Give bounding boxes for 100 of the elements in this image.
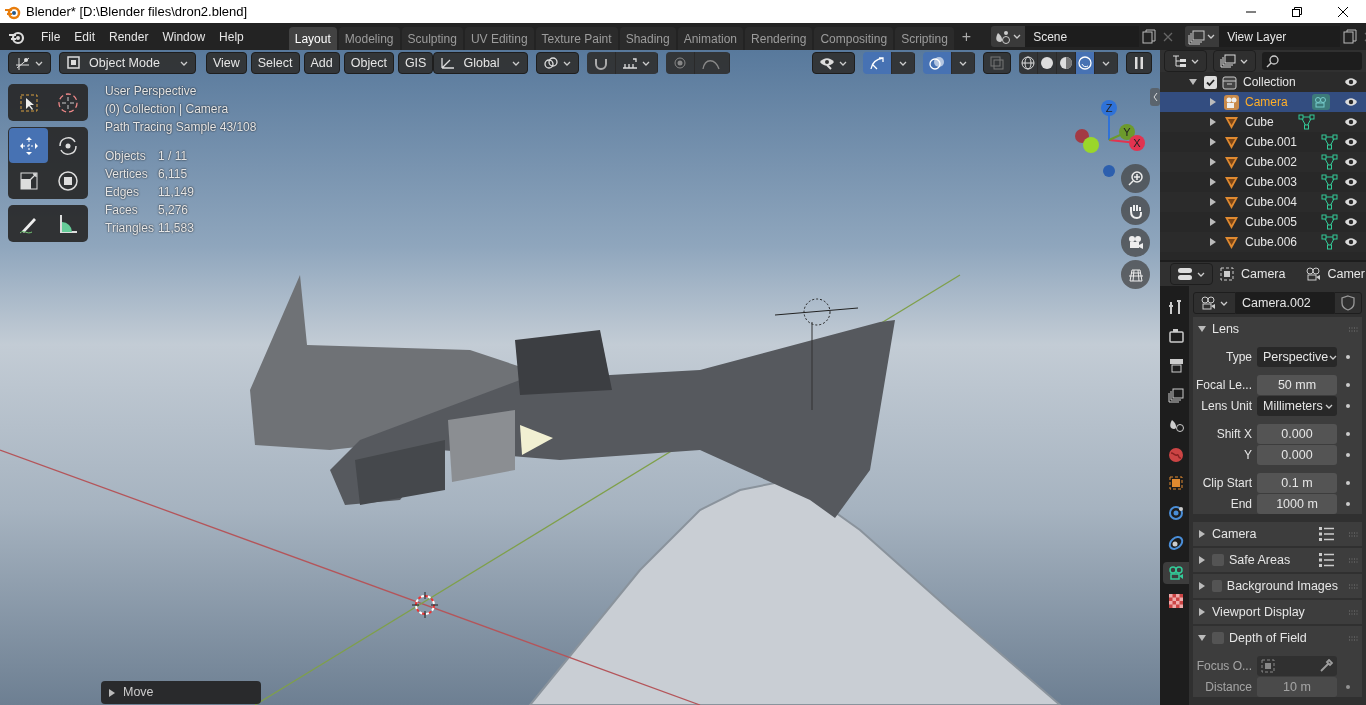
datablock-name-field[interactable]: Camera.002 — [1236, 292, 1334, 314]
workspace-tab[interactable]: Texture Paint — [535, 27, 618, 50]
eye-icon[interactable] — [1344, 196, 1358, 208]
header-menu[interactable]: Select — [250, 52, 300, 74]
expand-triangle-icon[interactable] — [1208, 197, 1218, 207]
expand-triangle-icon[interactable] — [1208, 117, 1218, 127]
fake-user-button[interactable] — [1334, 292, 1362, 314]
axis-ball[interactable] — [1119, 124, 1135, 140]
eye-icon[interactable] — [1344, 76, 1358, 88]
workspace-tab[interactable]: Sculpting — [401, 27, 463, 50]
expand-triangle-icon[interactable] — [1208, 97, 1218, 107]
presets-list-icon[interactable] — [1318, 526, 1335, 542]
outliner-row[interactable]: Cube.003 — [1160, 172, 1366, 192]
shading-button[interactable] — [1076, 52, 1095, 74]
eyedropper-icon[interactable] — [1319, 659, 1333, 673]
add-workspace-button[interactable]: + — [955, 24, 978, 49]
menu-item[interactable]: Edit — [67, 25, 103, 48]
axis-ball[interactable] — [1075, 129, 1089, 143]
menu-item[interactable]: Help — [212, 25, 251, 48]
object-field[interactable] — [1257, 656, 1337, 676]
header-menu[interactable]: Add — [303, 52, 340, 74]
workspace-tab[interactable]: Modeling — [338, 27, 400, 50]
gizmo-dropdown[interactable] — [892, 52, 915, 74]
menu-item[interactable]: Render — [102, 25, 156, 48]
number-field[interactable]: 10 m — [1257, 677, 1337, 697]
header-menu[interactable]: GIS — [397, 52, 434, 74]
orientation-dropdown[interactable]: Global — [433, 52, 528, 74]
workspace-tab[interactable]: Layout — [288, 27, 337, 50]
checkbox-icon[interactable] — [1204, 75, 1217, 89]
view-layer-field[interactable]: View Layer — [1219, 26, 1341, 47]
shading-button[interactable] — [1019, 52, 1038, 74]
keyframe-dot-icon[interactable] — [1344, 451, 1352, 459]
expand-triangle-icon[interactable] — [1208, 157, 1218, 167]
eye-icon[interactable] — [1344, 96, 1358, 108]
panel-header[interactable]: Safe Areas — [1193, 548, 1362, 572]
panel-header[interactable]: Viewport Display — [1193, 600, 1362, 624]
panel-header[interactable]: Lens — [1193, 317, 1362, 341]
axis-ball[interactable] — [1083, 137, 1099, 153]
eye-icon[interactable] — [1344, 216, 1358, 228]
falloff-dropdown[interactable] — [694, 52, 730, 74]
editor-type-button[interactable] — [8, 52, 51, 74]
workspace-tab[interactable]: Compositing — [814, 27, 894, 50]
number-field[interactable]: 50 mm — [1257, 375, 1337, 395]
shading-button[interactable] — [1038, 52, 1057, 74]
panel-header[interactable]: Background Images — [1193, 574, 1362, 598]
menu-item[interactable]: Window — [155, 25, 213, 48]
workspace-tab[interactable]: Rendering — [745, 27, 813, 50]
workspace-tab[interactable]: Scripting — [895, 27, 954, 50]
keyframe-dot-icon[interactable] — [1344, 500, 1352, 508]
proportional-toggle[interactable] — [665, 52, 695, 74]
mode-dropdown[interactable]: Object Mode — [59, 52, 196, 74]
eye-icon[interactable] — [1344, 156, 1358, 168]
last-operator-panel[interactable]: Move — [101, 681, 261, 704]
gizmo-toggle[interactable] — [863, 52, 892, 74]
axis-ball[interactable] — [1129, 135, 1145, 151]
outliner-row[interactable]: Cube.005 — [1160, 212, 1366, 232]
overlay-dropdown[interactable] — [952, 52, 975, 74]
shading-dropdown[interactable] — [1095, 52, 1118, 74]
keyframe-dot-icon[interactable] — [1344, 402, 1352, 410]
number-field[interactable]: 0.1 m — [1257, 473, 1337, 493]
dropdown-field[interactable]: Perspective — [1257, 347, 1337, 367]
number-field[interactable]: 0.000 — [1257, 424, 1337, 444]
panel-header[interactable]: Depth of Field — [1193, 626, 1362, 650]
keyframe-dot-icon[interactable] — [1344, 479, 1352, 487]
overlay-toggle[interactable] — [923, 52, 952, 74]
presets-list-icon[interactable] — [1318, 552, 1335, 568]
expand-triangle-icon[interactable] — [1208, 237, 1218, 247]
panel-header[interactable]: Camera — [1193, 522, 1362, 546]
keyframe-dot-icon[interactable] — [1344, 430, 1352, 438]
expand-triangle-icon[interactable] — [1208, 177, 1218, 187]
expand-triangle-icon[interactable] — [1208, 217, 1218, 227]
number-field[interactable]: 1000 m — [1257, 494, 1337, 514]
dropdown-field[interactable]: Millimeters — [1257, 396, 1337, 416]
datablock-browse-button[interactable] — [1193, 292, 1236, 314]
expand-triangle-icon[interactable] — [1208, 137, 1218, 147]
workspace-tab[interactable]: UV Editing — [464, 27, 534, 50]
outliner-row[interactable]: Cube.001 — [1160, 132, 1366, 152]
workspace-tab[interactable]: Shading — [619, 27, 676, 50]
snap-target-dropdown[interactable] — [615, 52, 658, 74]
shading-button[interactable] — [1057, 52, 1076, 74]
header-menu[interactable]: View — [205, 52, 247, 74]
visibility-dropdown[interactable] — [812, 52, 855, 74]
view-layer-type-button[interactable] — [1185, 26, 1220, 47]
menu-item[interactable]: File — [34, 25, 68, 48]
number-field[interactable]: 0.000 — [1257, 445, 1337, 465]
keyframe-dot-icon[interactable] — [1344, 381, 1352, 389]
editor-type-button[interactable] — [1164, 50, 1207, 72]
xray-toggle[interactable] — [983, 52, 1011, 74]
expand-triangle-icon[interactable] — [1188, 77, 1198, 87]
pivot-dropdown[interactable] — [535, 52, 579, 74]
workspace-tab[interactable]: Animation — [677, 27, 744, 50]
scene-field[interactable]: Scene — [1025, 26, 1140, 47]
keyframe-dot-icon[interactable] — [1344, 353, 1352, 361]
snap-toggle[interactable] — [586, 52, 616, 74]
axis-ball[interactable] — [1101, 100, 1117, 116]
eye-icon[interactable] — [1344, 236, 1358, 248]
eye-icon[interactable] — [1344, 176, 1358, 188]
display-mode-dropdown[interactable] — [1213, 50, 1256, 72]
scene-type-button[interactable] — [991, 26, 1026, 47]
search-field[interactable] — [1262, 52, 1362, 70]
